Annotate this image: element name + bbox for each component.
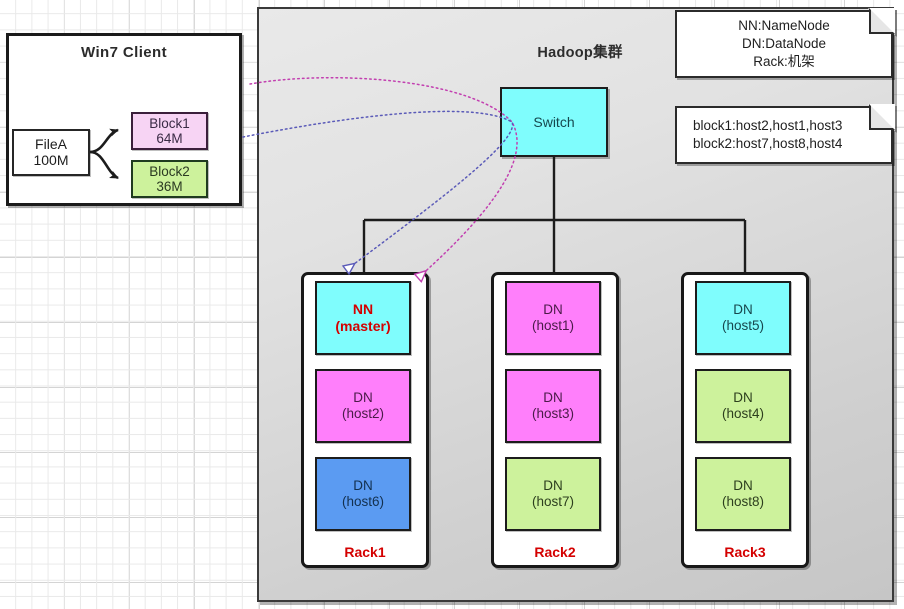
node-dn-host1[interactable]: DN (host1) bbox=[505, 281, 601, 355]
node-dn-host7[interactable]: DN (host7) bbox=[505, 457, 601, 531]
block1-size: 64M bbox=[156, 131, 183, 146]
block2-size: 36M bbox=[156, 179, 183, 194]
node-host: (host6) bbox=[341, 494, 385, 509]
block-note-text: block1:host2,host1,host3 block2:host7,ho… bbox=[675, 106, 904, 164]
node-role: NN bbox=[352, 301, 374, 318]
node-role: DN bbox=[543, 478, 563, 494]
node-host: (host3) bbox=[531, 406, 575, 421]
file-name: FileA bbox=[35, 135, 67, 152]
rack-3-label: Rack3 bbox=[724, 544, 766, 560]
node-nn-master[interactable]: NN (master) bbox=[315, 281, 411, 355]
node-role: DN bbox=[733, 302, 753, 318]
node-role: DN bbox=[543, 390, 563, 406]
node-dn-host3[interactable]: DN (host3) bbox=[505, 369, 601, 443]
node-host: (host4) bbox=[721, 406, 765, 421]
block1-node[interactable]: Block1 64M bbox=[131, 112, 208, 150]
block-note-line-1: block1:host2,host1,host3 bbox=[693, 118, 843, 134]
switch-label: Switch bbox=[533, 114, 575, 130]
rack-2-label: Rack2 bbox=[534, 544, 576, 560]
legend-note-text: NN:NameNode DN:DataNode Rack:机架 bbox=[675, 10, 893, 78]
node-role: DN bbox=[543, 302, 563, 318]
node-role: DN bbox=[353, 390, 373, 406]
cluster-title: Hadoop集群 bbox=[537, 44, 623, 61]
legend-line-1: NN:NameNode bbox=[738, 18, 830, 34]
client-title: Win7 Client bbox=[81, 43, 167, 61]
legend-line-3: Rack:机架 bbox=[753, 53, 815, 69]
block1-name: Block1 bbox=[149, 115, 190, 131]
switch-node[interactable]: Switch bbox=[500, 87, 608, 157]
legend-note: NN:NameNode DN:DataNode Rack:机架 bbox=[675, 8, 895, 78]
block-placement-note: block1:host2,host1,host3 block2:host7,ho… bbox=[675, 104, 895, 164]
block2-node[interactable]: Block2 36M bbox=[131, 160, 208, 198]
node-host: (host1) bbox=[531, 318, 575, 333]
block2-name: Block2 bbox=[149, 163, 190, 179]
node-host: (host5) bbox=[721, 318, 765, 333]
node-role: DN bbox=[733, 390, 753, 406]
node-host: (master) bbox=[335, 318, 391, 334]
node-dn-host5[interactable]: DN (host5) bbox=[695, 281, 791, 355]
file-node[interactable]: FileA 100M bbox=[12, 129, 90, 176]
node-dn-host6[interactable]: DN (host6) bbox=[315, 457, 411, 531]
node-role: DN bbox=[733, 478, 753, 494]
node-host: (host7) bbox=[531, 494, 575, 509]
node-dn-host4[interactable]: DN (host4) bbox=[695, 369, 791, 443]
rack-1-label: Rack1 bbox=[344, 544, 386, 560]
node-host: (host8) bbox=[721, 494, 765, 509]
node-role: DN bbox=[353, 478, 373, 494]
node-dn-host2[interactable]: DN (host2) bbox=[315, 369, 411, 443]
node-host: (host2) bbox=[341, 406, 385, 421]
node-dn-host8[interactable]: DN (host8) bbox=[695, 457, 791, 531]
legend-line-2: DN:DataNode bbox=[741, 36, 827, 52]
file-size: 100M bbox=[33, 151, 69, 168]
block-note-line-2: block2:host7,host8,host4 bbox=[693, 136, 843, 151]
